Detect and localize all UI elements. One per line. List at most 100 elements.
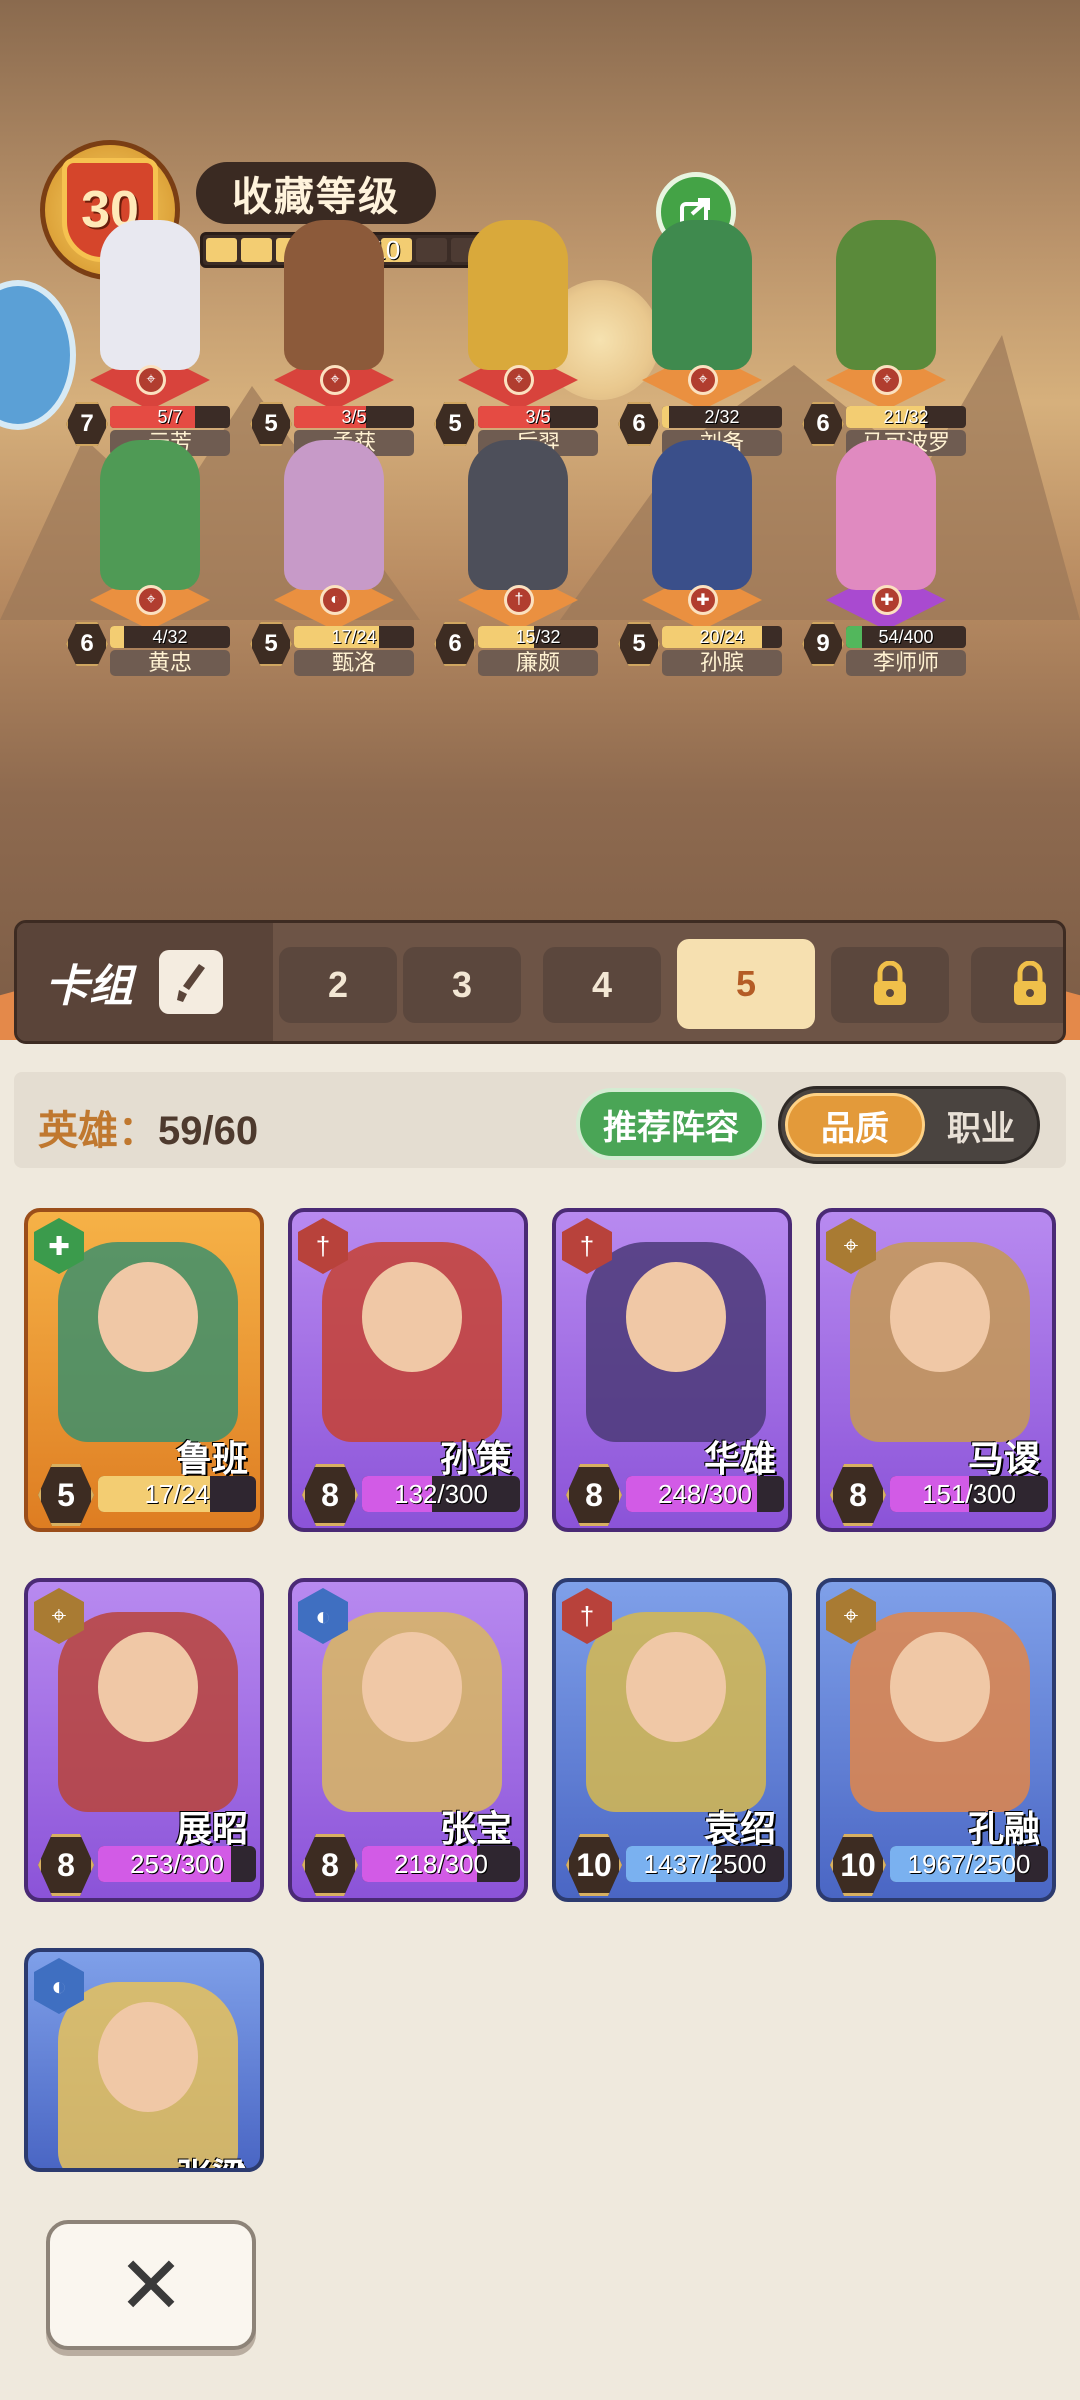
hero-portrait xyxy=(652,220,752,370)
hero-name: 黄忠 xyxy=(110,650,230,676)
lineup-hero[interactable]: ⌖ 6 4/32 黄忠 xyxy=(60,400,240,676)
hero-name: 孙膑 xyxy=(662,650,782,676)
deck-tab-locked[interactable] xyxy=(831,947,949,1023)
sort-class-button[interactable]: 职业 xyxy=(929,1093,1033,1157)
crossbow-icon: ⌖ xyxy=(320,365,350,395)
hero-card-progress: 1437/2500 xyxy=(626,1846,784,1882)
hero-progress: 20/24 xyxy=(662,626,782,648)
hero-card-progress: 1967/2500 xyxy=(890,1846,1048,1882)
hero-card-progress: 132/300 xyxy=(362,1476,520,1512)
hero-card-face xyxy=(362,1632,462,1742)
lineup-hero[interactable]: ✚ 5 20/24 孙膑 xyxy=(612,400,792,676)
hero-card-face xyxy=(890,1632,990,1742)
hero-progress-text: 4/32 xyxy=(152,627,188,647)
hero-card[interactable]: ◐张梁 xyxy=(24,1948,264,2172)
lineup-hero[interactable]: ⌖ 5 3/5 后羿 xyxy=(428,180,608,456)
deck-label: 卡组 xyxy=(45,962,133,1011)
hero-card-name: 张梁 xyxy=(176,2148,248,2168)
crossbow-icon: ⌖ xyxy=(136,365,166,395)
hero-card-progress: 17/24 xyxy=(98,1476,256,1512)
hero-card-name: 孔融 xyxy=(967,1808,1040,1849)
hero-card[interactable]: † 华雄 8 248/300 xyxy=(552,1208,792,1532)
hero-portrait xyxy=(284,220,384,370)
hero-portrait xyxy=(836,220,936,370)
hero-card[interactable]: ✚ 鲁班 5 17/24 xyxy=(24,1208,264,1532)
hero-card[interactable]: ◐ 张宝 8 218/300 xyxy=(288,1578,528,1902)
hero-name: 廉颇 xyxy=(478,650,598,676)
hero-card-face xyxy=(890,1262,990,1372)
hero-card-progress: 151/300 xyxy=(890,1476,1048,1512)
deck-tab-locked[interactable] xyxy=(971,947,1063,1023)
sort-toggle: 品质 职业 xyxy=(778,1086,1040,1164)
hero-card-progress-text: 1437/2500 xyxy=(643,1849,767,1879)
sort-quality-button[interactable]: 品质 xyxy=(785,1093,925,1157)
hero-card-level: 10 xyxy=(830,1834,886,1896)
hero-portrait xyxy=(468,440,568,590)
hero-card-face xyxy=(98,2002,198,2112)
hero-card-face xyxy=(626,1262,726,1372)
hero-card-level: 8 xyxy=(566,1464,622,1526)
hero-card[interactable]: ⌖ 展昭 8 253/300 xyxy=(24,1578,264,1902)
close-button[interactable]: ✕ xyxy=(46,2220,256,2350)
hero-name: 李师师 xyxy=(846,650,966,676)
lineup-hero[interactable]: ⌖ 7 5/7 元芳 xyxy=(60,180,240,456)
hero-name: 甄洛 xyxy=(294,650,414,676)
deck-tab-2[interactable]: 2 xyxy=(279,947,397,1023)
lineup-hero[interactable]: ⌖ 6 21/32 马可波罗 xyxy=(796,180,976,456)
deck-tab-5[interactable]: 5 xyxy=(677,939,815,1029)
lock-icon xyxy=(1014,961,1046,1005)
hero-progress: 4/32 xyxy=(110,626,230,648)
deck-tab-4[interactable]: 4 xyxy=(543,947,661,1023)
hero-card-face xyxy=(362,1262,462,1372)
hero-portrait xyxy=(100,440,200,590)
lineup-hero[interactable]: ⌖ 5 3/5 孟获 xyxy=(244,180,424,456)
hero-progress-text: 15/32 xyxy=(515,627,561,647)
hero-card-progress-text: 248/300 xyxy=(658,1479,752,1509)
hero-card-face xyxy=(626,1632,726,1742)
hero-card-progress-text: 218/300 xyxy=(394,1849,488,1879)
lineup-hero[interactable]: ◐ 5 17/24 甄洛 xyxy=(244,400,424,676)
hero-card[interactable]: † 袁绍 10 1437/2500 xyxy=(552,1578,792,1902)
recommend-lineup-button[interactable]: 推荐阵容 xyxy=(576,1088,766,1160)
crossbow-icon: ⌖ xyxy=(688,365,718,395)
hero-count-value: 59/60 xyxy=(158,1109,259,1153)
deck-label-area: 卡组 xyxy=(17,923,273,1041)
hero-card-name: 展昭 xyxy=(175,1808,248,1849)
hero-card-level: 8 xyxy=(302,1464,358,1526)
lineup-hero[interactable]: † 6 15/32 廉颇 xyxy=(428,400,608,676)
hero-card-level: 10 xyxy=(566,1834,622,1896)
hero-card-name: 孙策 xyxy=(439,1438,512,1479)
hero-card-progress: 248/300 xyxy=(626,1476,784,1512)
close-icon: ✕ xyxy=(117,2240,185,2330)
support-icon: ✚ xyxy=(872,585,902,615)
hero-card[interactable]: † 孙策 8 132/300 xyxy=(288,1208,528,1532)
hero-card-progress-text: 151/300 xyxy=(922,1479,1016,1509)
hero-progress: 17/24 xyxy=(294,626,414,648)
hero-portrait xyxy=(652,440,752,590)
hero-card-progress: 218/300 xyxy=(362,1846,520,1882)
mage-icon: ◐ xyxy=(320,585,350,615)
hero-card-name: 华雄 xyxy=(703,1438,776,1479)
hero-portrait xyxy=(284,440,384,590)
hero-card-level: 8 xyxy=(302,1834,358,1896)
edit-deck-button[interactable] xyxy=(159,950,223,1014)
deck-tab-3[interactable]: 3 xyxy=(403,947,521,1023)
hero-card-progress-text: 253/300 xyxy=(130,1849,224,1879)
sword-icon: † xyxy=(504,585,534,615)
hero-portrait xyxy=(468,220,568,370)
hero-card[interactable]: ⌖ 马谡 8 151/300 xyxy=(816,1208,1056,1532)
hero-card[interactable]: ⌖ 孔融 10 1967/2500 xyxy=(816,1578,1056,1902)
hero-progress-text: 54/400 xyxy=(878,627,934,647)
crossbow-icon: ⌖ xyxy=(136,585,166,615)
hero-count-label: 英雄： xyxy=(38,1109,158,1153)
deck-bar: 卡组 2345 xyxy=(14,920,1066,1044)
hero-card-name: 鲁班 xyxy=(175,1438,248,1479)
hero-progress: 15/32 xyxy=(478,626,598,648)
hero-card-name: 张宝 xyxy=(439,1808,512,1849)
hero-card-face xyxy=(98,1632,198,1742)
crossbow-icon: ⌖ xyxy=(504,365,534,395)
lineup-hero[interactable]: ⌖ 6 2/32 刘备 xyxy=(612,180,792,456)
hero-card-progress-text: 1967/2500 xyxy=(907,1849,1031,1879)
lineup-hero[interactable]: ✚ 9 54/400 李师师 xyxy=(796,400,976,676)
hero-portrait xyxy=(836,440,936,590)
